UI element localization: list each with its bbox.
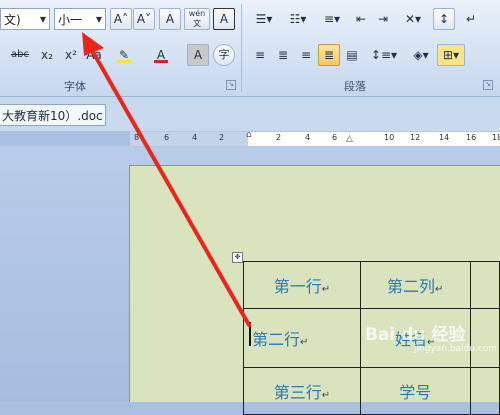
arrow-shaft (87, 43, 251, 327)
annotation-arrow-icon (82, 32, 251, 327)
